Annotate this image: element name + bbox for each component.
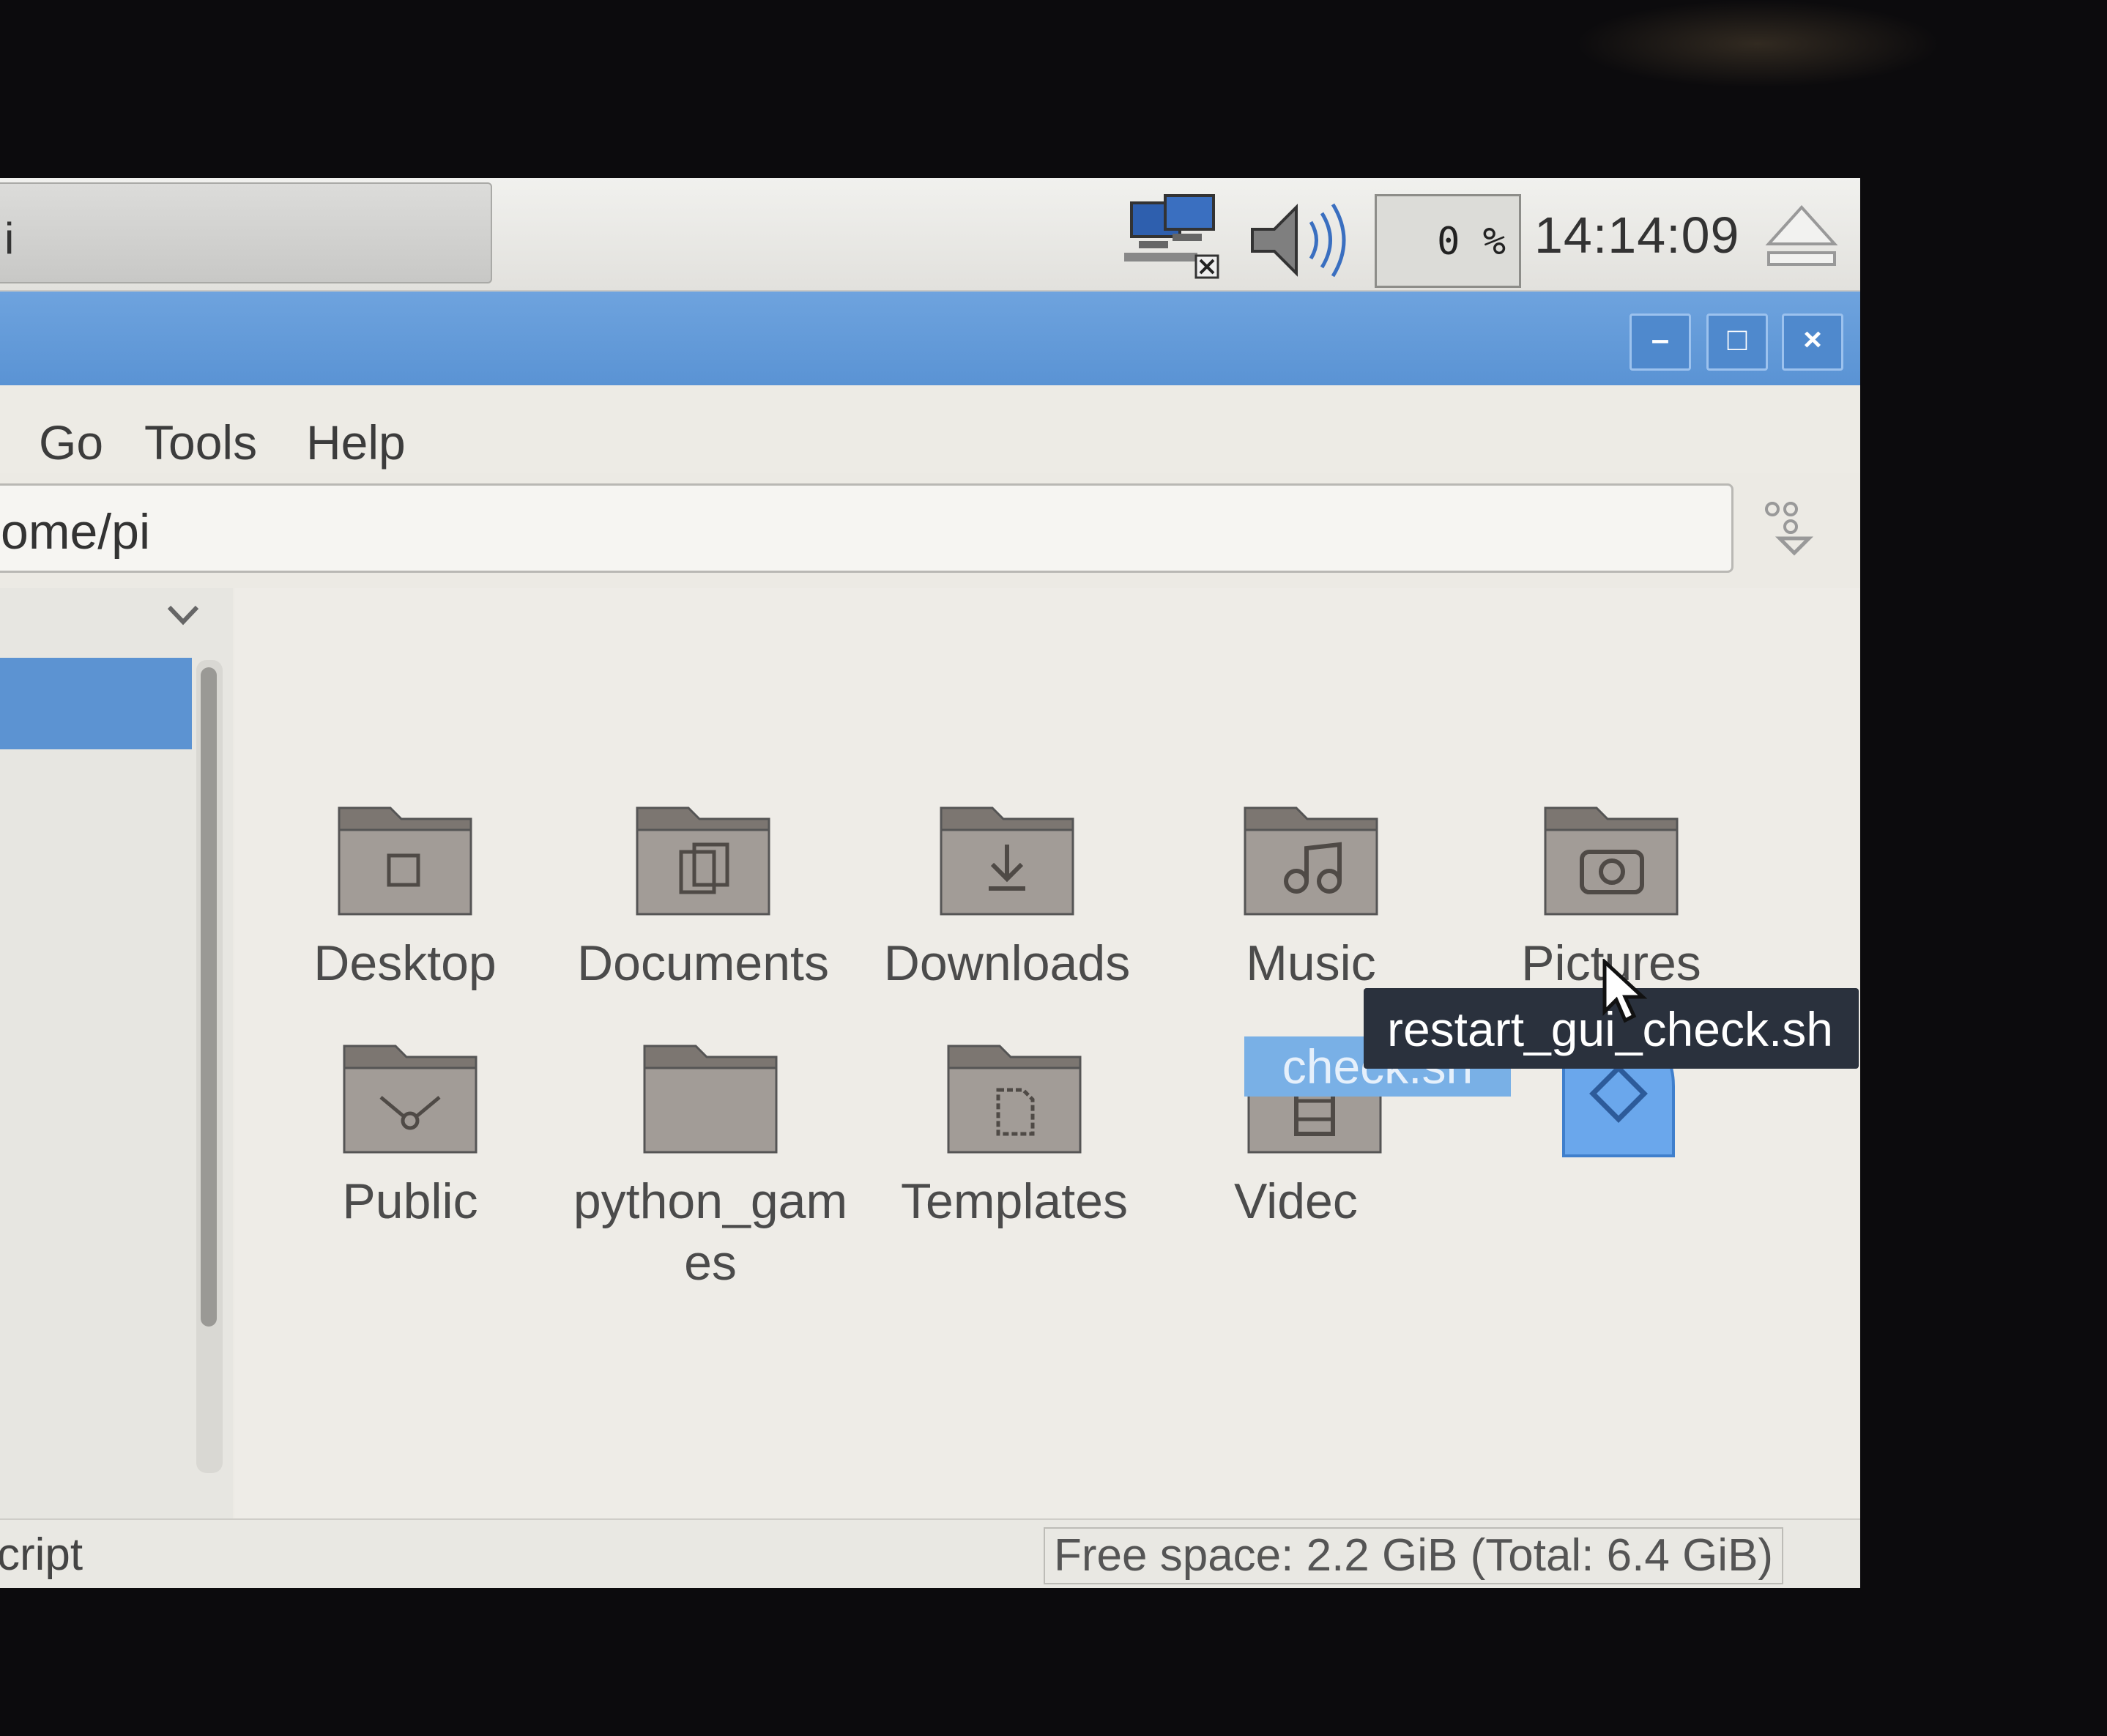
location-path: ome/pi <box>1 504 151 560</box>
chevron-down-icon[interactable] <box>165 601 201 631</box>
folder-templates-icon <box>947 1045 1082 1154</box>
taskbar: i 0 % 14:14:09 <box>0 178 1860 292</box>
file-item-public[interactable]: Public <box>264 1031 557 1280</box>
taskbar-window-label: i <box>4 214 15 263</box>
clock[interactable]: 14:14:09 <box>1534 206 1739 264</box>
file-item-desktop[interactable]: Desktop <box>259 793 551 1042</box>
file-label: Desktop <box>313 935 497 991</box>
close-icon: × <box>1803 322 1822 357</box>
taskbar-window-button[interactable]: i <box>0 182 492 283</box>
menu-go[interactable]: Go <box>39 415 103 470</box>
minimize-icon: – <box>1651 322 1670 357</box>
status-free-space: Free space: 2.2 GiB (Total: 6.4 GiB) <box>1044 1527 1784 1584</box>
file-label: Public <box>342 1173 478 1229</box>
file-item-downloads[interactable]: Downloads <box>861 793 1153 1042</box>
side-pane-scrollbar[interactable] <box>196 660 223 1473</box>
file-label: Documents <box>577 935 829 991</box>
file-item-documents[interactable]: Documents <box>557 793 850 1042</box>
minimize-button[interactable]: – <box>1630 314 1691 371</box>
folder-public-icon <box>343 1045 477 1154</box>
monitor-reflection <box>1575 0 1941 88</box>
status-file-type: cript <box>0 1529 83 1580</box>
cpu-usage-value: 0 % <box>1437 220 1506 264</box>
maximize-icon: □ <box>1727 322 1747 357</box>
side-pane-selected-item[interactable] <box>0 658 192 749</box>
folder-downloads-icon <box>940 806 1074 916</box>
volume-icon[interactable] <box>1245 200 1355 281</box>
network-icon[interactable] <box>1124 194 1227 282</box>
folder-pictures-icon <box>1544 806 1679 916</box>
mouse-pointer-icon <box>1602 959 1648 1023</box>
file-item-templates[interactable]: Templates <box>868 1031 1161 1280</box>
screen: i 0 % 14:14:09 – □ × Go Tools Help ome/p… <box>0 178 1860 1588</box>
menubar: Go Tools Help <box>0 385 1860 473</box>
folder-icon <box>643 1045 778 1154</box>
side-pane <box>0 588 233 1518</box>
menu-tools[interactable]: Tools <box>144 415 257 470</box>
folder-documents-icon <box>636 806 770 916</box>
eject-icon[interactable] <box>1761 200 1842 273</box>
menu-help[interactable]: Help <box>306 415 406 470</box>
location-go-icon[interactable] <box>1758 493 1824 566</box>
file-label: Templates <box>901 1173 1128 1229</box>
file-item-python-games[interactable]: python_gam es <box>564 1031 857 1291</box>
window-titlebar[interactable]: – □ × <box>0 292 1860 385</box>
file-label: Downloads <box>883 935 1131 991</box>
cpu-usage-monitor[interactable]: 0 % <box>1375 194 1521 288</box>
side-pane-scroll-thumb[interactable] <box>201 667 217 1327</box>
statusbar: cript Free space: 2.2 GiB (Total: 6.4 Gi… <box>0 1518 1860 1588</box>
file-label: Music <box>1246 935 1376 991</box>
file-label: python_gam es <box>573 1173 848 1291</box>
maximize-button[interactable]: □ <box>1706 314 1768 371</box>
close-button[interactable]: × <box>1782 314 1843 371</box>
folder-desktop-icon <box>338 806 472 916</box>
folder-music-icon <box>1244 806 1378 916</box>
location-bar[interactable]: ome/pi <box>0 483 1733 573</box>
